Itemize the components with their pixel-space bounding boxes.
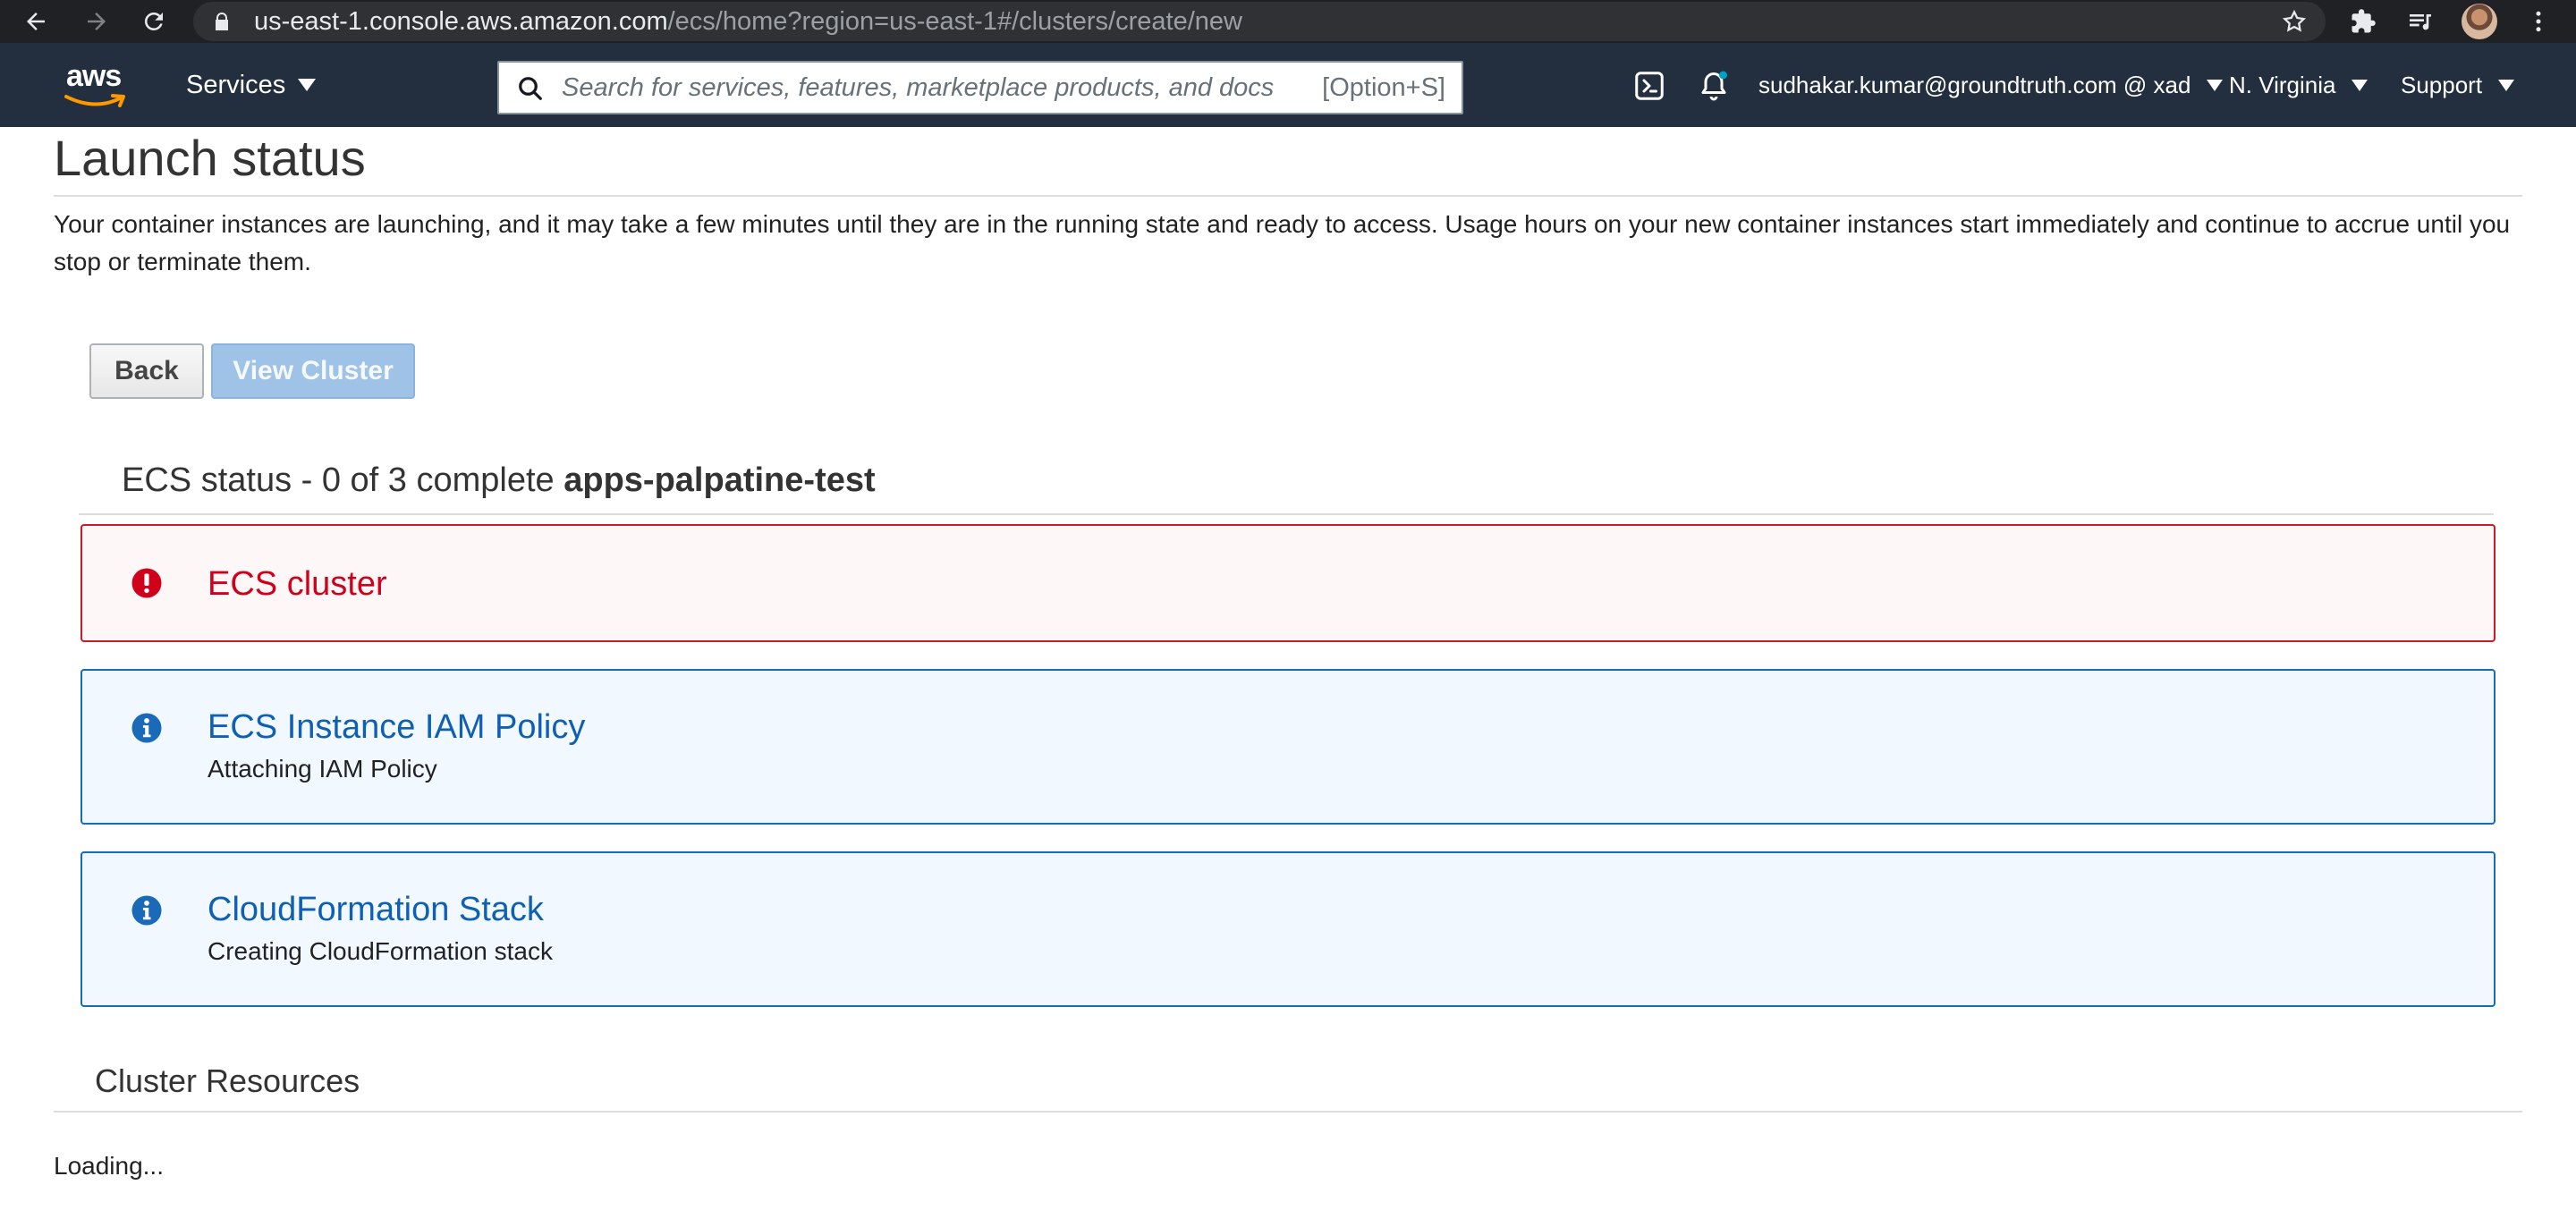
reload-icon[interactable]: [136, 4, 172, 39]
ecs-status-progress: ECS status - 0 of 3 complete: [122, 461, 555, 499]
account-menu[interactable]: sudhakar.kumar@groundtruth.com @ xad: [1758, 43, 2224, 127]
url-host: us-east-1.console.aws.amazon.com: [254, 7, 668, 36]
browser-toolbar: us-east-1.console.aws.amazon.com/ecs/hom…: [0, 0, 2576, 43]
status-card-cloudformation: CloudFormation Stack Creating CloudForma…: [80, 851, 2496, 1007]
caret-down-icon: [2207, 79, 2224, 91]
cluster-name: apps-palpatine-test: [564, 461, 876, 499]
cloudshell-icon[interactable]: [1633, 70, 1665, 102]
ecs-status-heading: ECS status - 0 of 3 complete apps-palpat…: [122, 461, 876, 500]
aws-logo-text: aws: [66, 59, 122, 93]
page-title: Launch status: [54, 130, 366, 186]
title-divider: [54, 195, 2522, 197]
status-card-ecs-cluster: ECS cluster: [80, 524, 2496, 642]
resources-divider: [54, 1111, 2522, 1113]
step-title[interactable]: ECS cluster: [208, 565, 387, 604]
step-title[interactable]: ECS Instance IAM Policy: [208, 708, 585, 747]
step-title[interactable]: CloudFormation Stack: [208, 891, 544, 929]
services-label: Services: [186, 70, 286, 99]
forward-arrow-icon[interactable]: [79, 4, 114, 39]
extensions-puzzle-icon[interactable]: [2347, 5, 2379, 38]
caret-down-icon: [2498, 79, 2515, 91]
error-icon: [131, 568, 162, 598]
region-label: N. Virginia: [2229, 71, 2336, 98]
info-icon: [131, 895, 162, 926]
caret-down-icon: [298, 79, 317, 91]
launch-description: Your container instances are launching, …: [54, 210, 2511, 275]
address-bar[interactable]: us-east-1.console.aws.amazon.com/ecs/hom…: [193, 2, 2326, 41]
caret-down-icon: [2351, 79, 2368, 91]
search-placeholder: Search for services, features, marketpla…: [562, 73, 1275, 102]
more-vertical-icon[interactable]: [2522, 5, 2555, 38]
support-label: Support: [2401, 71, 2483, 98]
search-icon: [519, 77, 542, 100]
cluster-resources-heading: Cluster Resources: [95, 1062, 360, 1099]
step-subtitle: Creating CloudFormation stack: [208, 937, 553, 965]
media-queue-icon[interactable]: [2404, 5, 2436, 38]
notifications-bell-icon[interactable]: [1698, 70, 1730, 102]
support-menu[interactable]: Support: [2401, 43, 2515, 127]
aws-console-header: aws Services Search for services, featur…: [0, 43, 2576, 127]
step-subtitle: Attaching IAM Policy: [208, 755, 437, 783]
search-input[interactable]: Search for services, features, marketpla…: [497, 61, 1463, 114]
status-divider: [79, 513, 2494, 515]
url-path: /ecs/home?region=us-east-1#/clusters/cre…: [667, 7, 1242, 36]
aws-logo[interactable]: aws: [63, 59, 129, 111]
url-text: us-east-1.console.aws.amazon.com/ecs/hom…: [254, 2, 1242, 41]
status-card-iam-policy: ECS Instance IAM Policy Attaching IAM Po…: [80, 669, 2496, 825]
info-icon: [131, 713, 162, 743]
region-menu[interactable]: N. Virginia: [2229, 43, 2368, 127]
account-label: sudhakar.kumar@groundtruth.com @ xad: [1758, 71, 2191, 98]
search-shortcut-hint: [Option+S]: [1322, 73, 1445, 102]
back-arrow-icon[interactable]: [18, 4, 54, 39]
bookmark-star-icon[interactable]: [2281, 8, 2308, 35]
back-button[interactable]: Back: [89, 343, 204, 399]
loading-text: Loading...: [54, 1152, 164, 1180]
view-cluster-button[interactable]: View Cluster: [211, 343, 415, 399]
lock-icon: [216, 13, 228, 30]
aws-smile-icon: [64, 94, 125, 107]
services-menu[interactable]: Services: [186, 43, 317, 127]
profile-avatar[interactable]: [2462, 4, 2497, 39]
